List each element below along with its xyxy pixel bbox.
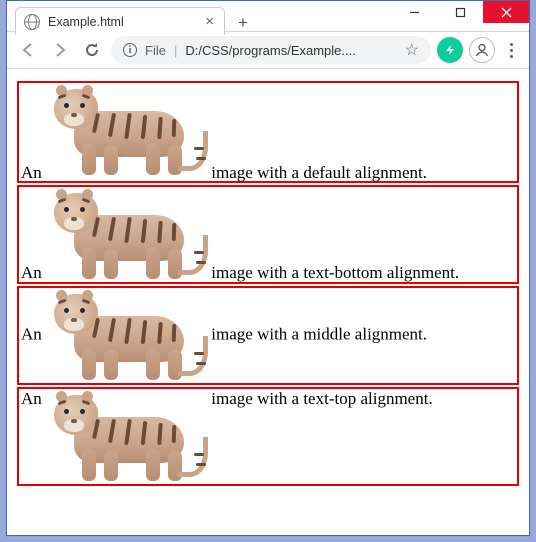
address-text: D:/CSS/programs/Example.... bbox=[185, 43, 356, 58]
row-prefix: An bbox=[21, 389, 42, 408]
address-scheme: File bbox=[145, 43, 166, 58]
site-info-icon[interactable]: i bbox=[123, 43, 137, 57]
extension-badge[interactable] bbox=[437, 37, 463, 63]
toolbar: i File | D:/CSS/programs/Example.... ☆ bbox=[7, 31, 529, 69]
row-suffix: image with a text-top alignment. bbox=[211, 389, 432, 408]
address-bar[interactable]: i File | D:/CSS/programs/Example.... ☆ bbox=[111, 36, 431, 64]
tiger-image bbox=[46, 187, 207, 282]
example-row: An image with a default alignment. bbox=[17, 81, 519, 183]
browser-window: Example.html × + i F bbox=[6, 0, 530, 536]
tab-title: Example.html bbox=[48, 15, 197, 29]
example-row: An image with a text-top alignment. bbox=[17, 387, 519, 486]
browser-tab[interactable]: Example.html × bbox=[15, 7, 225, 35]
bookmark-star-icon[interactable]: ☆ bbox=[405, 40, 419, 60]
close-tab-button[interactable]: × bbox=[205, 14, 214, 29]
row-suffix: image with a text-bottom alignment. bbox=[211, 263, 459, 282]
titlebar: Example.html × + bbox=[7, 1, 529, 31]
address-separator: | bbox=[174, 43, 177, 58]
close-window-button[interactable] bbox=[483, 1, 529, 23]
maximize-button[interactable] bbox=[437, 1, 483, 23]
profile-avatar-icon[interactable] bbox=[469, 37, 495, 63]
new-tab-button[interactable]: + bbox=[231, 11, 255, 35]
example-row: An image with a text-bottom alignment. bbox=[17, 185, 519, 284]
tabstrip: Example.html × + bbox=[7, 5, 255, 35]
kebab-menu-icon[interactable] bbox=[501, 43, 521, 58]
window-controls bbox=[391, 1, 529, 23]
tiger-image bbox=[46, 389, 207, 484]
forward-button[interactable] bbox=[47, 37, 73, 63]
row-prefix: An bbox=[21, 163, 42, 182]
page-content: An image with a default alignment.An ima… bbox=[7, 69, 529, 535]
globe-icon bbox=[24, 14, 40, 30]
row-suffix: image with a middle alignment. bbox=[211, 324, 427, 343]
row-prefix: An bbox=[21, 324, 42, 343]
example-row: An image with a middle alignment. bbox=[17, 286, 519, 385]
back-button[interactable] bbox=[15, 37, 41, 63]
minimize-button[interactable] bbox=[391, 1, 437, 23]
row-prefix: An bbox=[21, 263, 42, 282]
tiger-image bbox=[46, 83, 207, 178]
row-suffix: image with a default alignment. bbox=[211, 163, 427, 182]
reload-button[interactable] bbox=[79, 37, 105, 63]
tiger-image bbox=[46, 288, 207, 383]
